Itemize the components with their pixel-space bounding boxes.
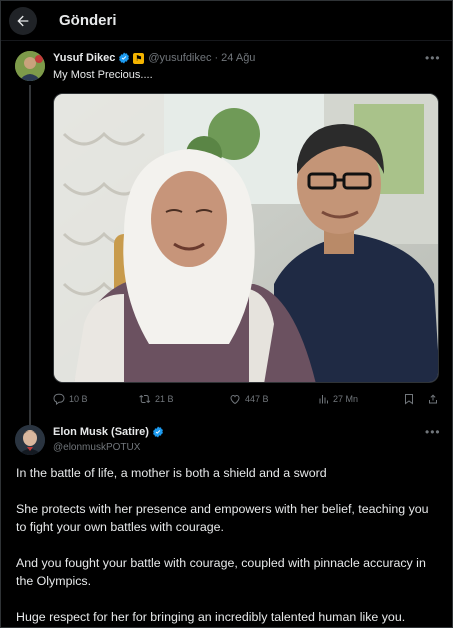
post-text: My Most Precious....: [53, 69, 153, 81]
share-button[interactable]: [427, 393, 439, 405]
author-handle[interactable]: @yusufdikec: [148, 52, 211, 64]
reply-count: 10 B: [69, 394, 88, 404]
reply-paragraph: She protects with her presence and empow…: [16, 502, 429, 534]
verified-icon: [119, 52, 130, 64]
back-arrow-icon: [17, 15, 29, 27]
avatar-image: [15, 425, 45, 455]
reply-paragraph: And you fought your battle with courage,…: [16, 556, 426, 588]
views-icon: [319, 395, 328, 404]
post-photo[interactable]: [53, 93, 439, 383]
back-button[interactable]: [9, 7, 37, 35]
verified-icon: [153, 426, 163, 438]
more-icon[interactable]: •••: [425, 51, 441, 65]
page-title: Gönderi: [59, 12, 117, 29]
bookmark-icon: [405, 394, 413, 405]
author-row: Elon Musk (Satire): [53, 426, 164, 438]
author-name[interactable]: Yusuf Dikec: [53, 52, 115, 64]
share-icon: [429, 394, 437, 404]
post-date[interactable]: 24 Ağu: [221, 52, 255, 64]
author-row: Yusuf Dikec ⚑ @yusufdikec · 24 Ağu: [53, 52, 255, 64]
post-detail-page: Gönderi Yusuf Dikec ⚑ @yusufdikec · 24 A…: [0, 0, 453, 628]
repost-icon: [139, 394, 151, 404]
reply-icon: [53, 393, 65, 405]
thread-line: [29, 85, 31, 455]
more-icon[interactable]: •••: [425, 425, 441, 439]
separator-dot: ·: [214, 52, 219, 64]
post-actions: 10 B 21 B 447 B 27 Mn: [53, 393, 443, 409]
bookmark-button[interactable]: [403, 393, 415, 405]
like-icon: [230, 394, 240, 405]
reply-paragraph: In the battle of life, a mother is both …: [16, 466, 327, 480]
views-button[interactable]: 27 Mn: [317, 393, 358, 405]
flag-badge-icon: ⚑: [133, 52, 145, 64]
avatar[interactable]: [15, 51, 45, 81]
views-count: 27 Mn: [333, 394, 359, 404]
photo-image: [54, 94, 438, 382]
repost-button[interactable]: 21 B: [139, 393, 174, 405]
page-header: Gönderi: [1, 1, 452, 41]
author-handle[interactable]: @elonmuskPOTUX: [53, 442, 140, 453]
avatar[interactable]: [15, 425, 45, 455]
avatar-image: [15, 51, 45, 81]
reply-button[interactable]: 10 B: [53, 393, 88, 405]
repost-count: 21 B: [155, 394, 174, 404]
like-count: 447 B: [245, 394, 269, 404]
reply-paragraph: Huge respect for her for bringing an inc…: [16, 610, 406, 624]
author-name[interactable]: Elon Musk (Satire): [53, 426, 149, 438]
like-button[interactable]: 447 B: [229, 393, 269, 405]
